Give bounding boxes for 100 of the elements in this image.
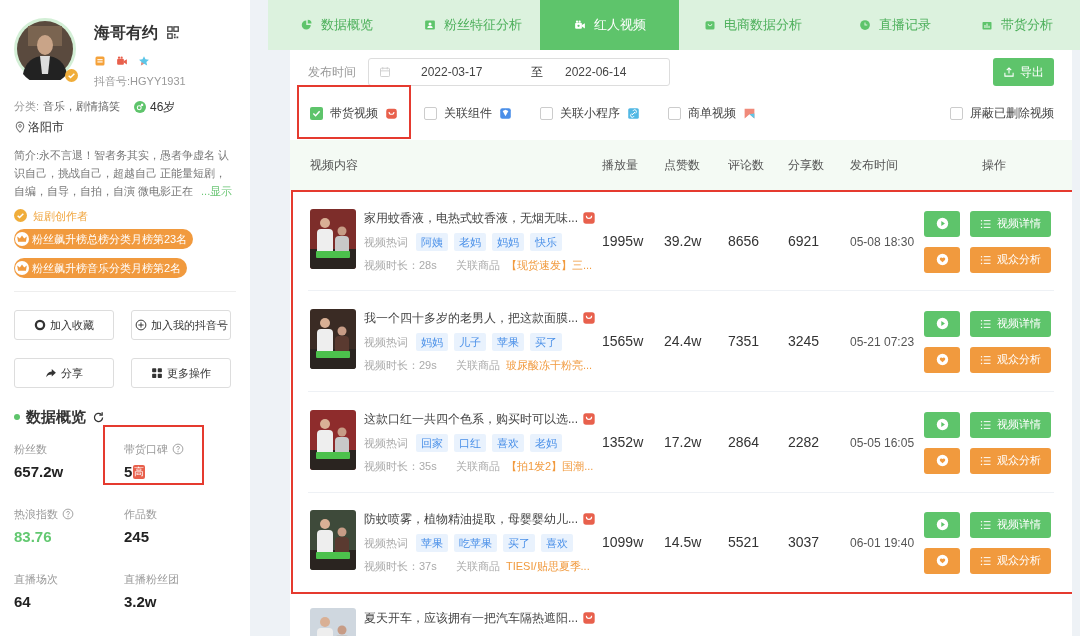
action-button[interactable]: 分享 xyxy=(14,358,114,388)
keyword-tag: 苹果 xyxy=(416,534,448,553)
product-label: 关联商品 xyxy=(456,258,500,274)
date-range-field[interactable]: 2022-03-17 至 2022-06-14 xyxy=(368,58,670,86)
category-text: 音乐，剧情搞笑 xyxy=(43,99,121,115)
audience-analysis-button[interactable]: 观众分析 xyxy=(970,447,1051,474)
table-cell-text: 7351 xyxy=(728,332,761,351)
audience-analysis-button[interactable]: 观众分析 xyxy=(970,246,1051,273)
tab[interactable]: 带货分析 xyxy=(963,0,1071,50)
video-detail-button[interactable]: 视频详情 xyxy=(970,411,1051,438)
list-icon xyxy=(980,217,992,230)
filter-label: 发布时间 xyxy=(308,64,357,81)
action-button[interactable]: 加入我的抖音号 xyxy=(131,310,231,340)
creator-tag: 短剧创作者 xyxy=(33,207,88,224)
stat-label: 作品数 xyxy=(124,506,157,522)
audience-analysis-button[interactable]: 观众分析 xyxy=(970,547,1051,574)
location-pin-icon xyxy=(14,120,26,133)
heart-button[interactable] xyxy=(924,547,960,574)
duration-text: 视频时长：29s xyxy=(364,358,438,374)
share-icon xyxy=(45,367,57,379)
stat-value: 83.76 xyxy=(14,527,52,547)
video-title[interactable]: 我一个四十多岁的老男人，把这款面膜... xyxy=(364,309,578,328)
column-header: 发布时间 xyxy=(850,157,899,174)
play-button[interactable] xyxy=(924,310,960,337)
avatar xyxy=(14,18,76,80)
video-detail-button[interactable]: 视频详情 xyxy=(970,210,1051,237)
shopping-bag-icon xyxy=(582,412,596,427)
star-icon xyxy=(138,55,150,67)
shopping-bag-icon xyxy=(582,512,596,527)
link-icon xyxy=(627,106,640,120)
keyword-tag: 老妈 xyxy=(530,434,562,453)
play-icon xyxy=(935,518,949,531)
table-cell-text: 1352w xyxy=(602,433,645,452)
table-cell-text: 39.2w xyxy=(664,232,703,251)
tab[interactable]: 数据概览 xyxy=(268,0,405,50)
heart-button[interactable] xyxy=(924,246,960,273)
product-label: 关联商品 xyxy=(456,358,500,374)
table-cell-text: 8656 xyxy=(728,232,761,251)
keyword-tag: 快乐 xyxy=(530,233,562,252)
upload-icon xyxy=(1003,66,1015,78)
keyword-tag: 苹果 xyxy=(492,333,524,352)
grid-icon xyxy=(151,367,163,379)
keyword-tag: 喜欢 xyxy=(541,534,573,553)
checkbox-label: 商单视频 xyxy=(688,105,736,122)
bar-chart-icon xyxy=(981,19,993,31)
keyword-tag: 买了 xyxy=(530,333,562,352)
play-button[interactable] xyxy=(924,210,960,237)
flag-icon xyxy=(743,106,756,120)
product-link[interactable]: 【现货速发】三... xyxy=(506,257,593,274)
show-more-link[interactable]: ...显示 xyxy=(201,184,233,197)
checkbox[interactable] xyxy=(540,106,553,120)
shopping-bag-icon xyxy=(582,311,596,326)
tab[interactable]: 直播记录 xyxy=(826,0,963,50)
section-title: 数据概览 xyxy=(26,407,86,427)
keyword-tag: 儿子 xyxy=(454,333,486,352)
verified-icon xyxy=(65,69,78,82)
checkbox[interactable] xyxy=(310,106,323,120)
heart-button[interactable] xyxy=(924,346,960,373)
city-text: 洛阳市 xyxy=(28,118,64,136)
checkbox[interactable] xyxy=(668,106,681,120)
heart-button[interactable] xyxy=(924,447,960,474)
column-header: 评论数 xyxy=(728,157,765,174)
table-cell-text: 3037 xyxy=(788,533,821,552)
checkbox[interactable] xyxy=(424,106,437,120)
tab[interactable]: 电商数据分析 xyxy=(679,0,826,50)
list-icon xyxy=(980,317,992,330)
video-title[interactable]: 家用蚊香液，电热式蚊香液，无烟无味... xyxy=(364,209,578,228)
table-cell-text: 06-01 19:40 xyxy=(850,534,916,552)
play-icon xyxy=(935,418,949,431)
video-title[interactable]: 防蚊喷雾，植物精油提取，母婴婴幼儿... xyxy=(364,510,578,529)
action-button[interactable]: 更多操作 xyxy=(131,358,231,388)
audience-analysis-button[interactable]: 观众分析 xyxy=(970,346,1051,373)
video-title[interactable]: 这款口红一共四个色系，购买时可以选... xyxy=(364,410,578,429)
id-card-icon xyxy=(423,19,436,31)
keyword-tag: 喜欢 xyxy=(492,434,524,453)
verified-icon xyxy=(14,209,27,223)
stat-value: 657.2w xyxy=(14,462,64,482)
product-link[interactable]: 【拍1发2】国潮... xyxy=(506,458,594,475)
table-cell-text: 1099w xyxy=(602,533,645,552)
checkbox-label: 带货视频 xyxy=(330,105,378,122)
action-button[interactable]: 加入收藏 xyxy=(14,310,114,340)
video-title[interactable]: 夏天开车，应该拥有一把汽车隔热遮阳... xyxy=(364,609,578,627)
keyword-tag: 妈妈 xyxy=(492,233,524,252)
video-detail-button[interactable]: 视频详情 xyxy=(970,310,1051,337)
product-link[interactable]: TIESI/贴思夏季... xyxy=(506,558,590,575)
table-cell-text: 05-21 07:23 xyxy=(850,333,916,351)
play-button[interactable] xyxy=(924,411,960,438)
calendar-icon xyxy=(379,66,391,78)
product-label: 关联商品 xyxy=(456,559,500,575)
tab[interactable]: 红人视频 xyxy=(540,0,679,50)
product-link[interactable]: 玻尿酸冻干粉亮... xyxy=(506,357,593,374)
card-icon xyxy=(94,55,106,67)
export-button[interactable]: 导出 xyxy=(993,58,1054,86)
keyword-tag: 老妈 xyxy=(454,233,486,252)
add-icon xyxy=(134,319,147,331)
play-button[interactable] xyxy=(924,511,960,538)
checkbox[interactable] xyxy=(950,106,963,120)
rating-badge: 高 xyxy=(133,465,146,480)
tab[interactable]: 粉丝特征分析 xyxy=(405,0,540,50)
video-detail-button[interactable]: 视频详情 xyxy=(970,511,1051,538)
